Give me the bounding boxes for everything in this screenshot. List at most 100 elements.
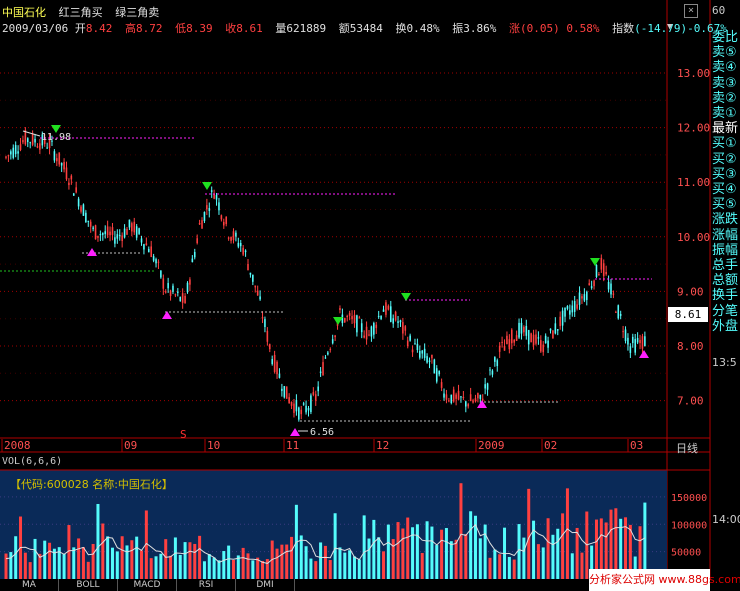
volume-bar-10 [28, 562, 32, 579]
close-icon[interactable]: × [684, 4, 698, 18]
ticker-name[interactable]: 中国石化 [2, 6, 46, 19]
candle-body-170 [416, 343, 419, 351]
tab-dmi[interactable]: DMI [236, 579, 295, 591]
volume-bar-86 [212, 557, 216, 579]
candle-body-67 [167, 283, 169, 289]
period-button[interactable]: 日线 [676, 440, 698, 456]
volume-bar-236 [575, 527, 579, 579]
candle-body-85 [210, 190, 213, 192]
candle-body-52 [131, 223, 133, 232]
candle-body-183 [448, 400, 450, 402]
candle-body-32 [82, 204, 85, 216]
volume-bar-28 [72, 547, 76, 579]
volume-bar-162 [396, 522, 400, 579]
candle-body-251 [612, 293, 615, 295]
volume-panel-info: 【代码:600028 名称:中国石化】 [10, 478, 173, 491]
candle-body-193 [472, 400, 474, 403]
candle-body-105 [259, 296, 261, 300]
candle-body-144 [353, 314, 356, 324]
time-label-0: 2008 [4, 439, 31, 452]
side-item-7: 买① [712, 136, 737, 152]
volume-bar-216 [527, 488, 531, 579]
candle-body-84 [208, 208, 211, 211]
volume-bar-150 [367, 538, 371, 579]
candle-body-228 [556, 329, 559, 331]
candle-body-178 [435, 368, 438, 382]
candle-body-103 [254, 285, 257, 288]
volume-bar-122 [299, 535, 303, 579]
candle-body-245 [598, 274, 600, 276]
candle-body-253 [617, 305, 620, 319]
open-value: 8.42 [85, 22, 113, 35]
candle-body-48 [121, 235, 123, 241]
candle-body-99 [244, 250, 247, 253]
candle-body-11 [31, 133, 34, 145]
volume-bar-50 [125, 545, 129, 579]
volume-bar-198 [483, 524, 487, 579]
candle-body-202 [494, 357, 496, 362]
candle-body-152 [373, 323, 375, 335]
side-item-6: 最新 [712, 121, 739, 137]
volume-bar-156 [382, 551, 386, 579]
candle-body-71 [177, 291, 179, 293]
candle-body-249 [607, 281, 610, 290]
candle-body-98 [242, 247, 244, 255]
volume-bar-192 [469, 511, 473, 579]
dropdown-arrow-icon[interactable]: ▼ [667, 22, 672, 32]
candle-body-143 [351, 316, 353, 320]
candle-body-45 [114, 237, 116, 244]
candle-body-191 [467, 404, 470, 407]
candle-body-259 [631, 336, 634, 344]
candle-body-238 [581, 296, 583, 299]
volume-bar-166 [406, 517, 410, 579]
tab-macd[interactable]: MACD [118, 579, 177, 591]
sell-marker-3 [333, 317, 343, 325]
candle-body-199 [486, 383, 489, 390]
volume-bar-126 [309, 558, 313, 579]
candle-body-102 [252, 274, 254, 282]
change-label: 涨 [508, 22, 520, 35]
candle-body-5 [17, 151, 19, 154]
candle-body-72 [179, 296, 182, 301]
candle-body-58 [145, 243, 148, 246]
volume-bar-186 [454, 539, 458, 579]
kline-chart[interactable]: 13.00 12.00 11.00 10.00 9.00 8.00 7.00 2008 09 10… [0, 0, 740, 591]
volume-bar-230 [561, 513, 565, 579]
volume-bar-38 [96, 503, 100, 579]
candle-body-116 [285, 386, 288, 399]
candle-body-257 [627, 337, 629, 345]
candle-body-172 [421, 350, 424, 354]
candle-body-42 [106, 226, 109, 236]
volume-bar-18 [48, 542, 52, 579]
candle-body-23 [60, 162, 63, 166]
volume-bar-184 [449, 541, 453, 579]
candle-body-13 [36, 146, 39, 148]
buy-marker-3 [477, 400, 487, 408]
side-item-10: 买④ [712, 182, 737, 197]
tab-boll[interactable]: BOLL [59, 579, 118, 591]
candle-body-177 [433, 359, 436, 374]
candle-body-46 [116, 234, 119, 239]
candle-body-149 [365, 326, 368, 340]
tab-rsi[interactable]: RSI [177, 579, 236, 591]
sell-marker-1 [202, 182, 212, 190]
volume-bar-124 [304, 546, 308, 579]
candle-body-232 [566, 306, 569, 309]
candle-body-233 [569, 310, 571, 315]
candle-body-60 [150, 246, 152, 257]
candle-body-222 [542, 344, 545, 353]
candle-body-165 [404, 326, 407, 331]
candle-body-239 [583, 294, 586, 301]
candle-body-134 [329, 349, 332, 351]
candle-body-215 [525, 325, 528, 336]
tab-ma[interactable]: MA [0, 579, 59, 591]
volume-bar-88 [217, 560, 221, 579]
volume-bar-2 [9, 552, 13, 579]
candle-body-236 [576, 304, 578, 309]
candle-body-203 [496, 360, 499, 367]
volume-panel-title[interactable]: VOL(6,6,6) [2, 456, 62, 467]
candle-body-97 [239, 242, 242, 247]
candle-body-77 [191, 258, 194, 263]
volume-bar-54 [135, 536, 139, 579]
open-label: 开 [74, 22, 86, 35]
